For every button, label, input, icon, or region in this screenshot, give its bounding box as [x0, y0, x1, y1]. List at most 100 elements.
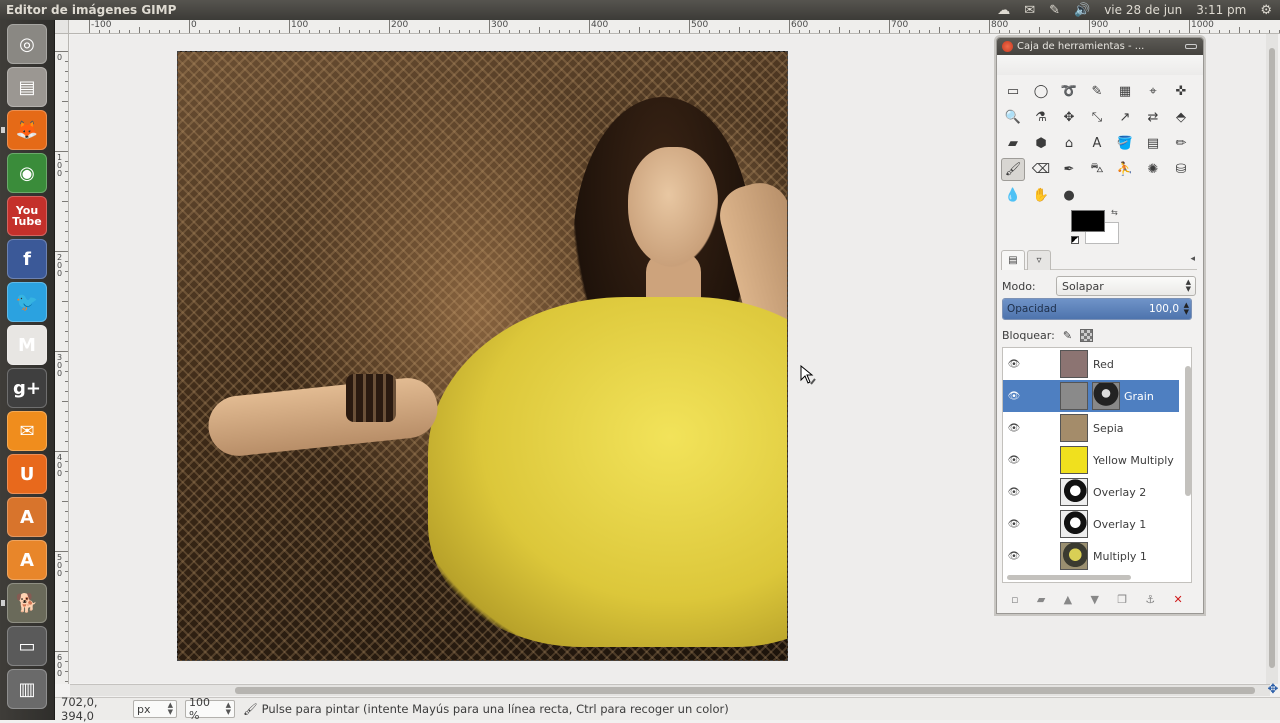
eye-icon[interactable]: 👁 [1003, 359, 1025, 370]
tool-button-12-icon[interactable]: ⇄ [1141, 106, 1165, 129]
wilber-drop-area[interactable] [997, 55, 1203, 75]
spin-arrows-icon[interactable]: ▲ ▼ [1184, 302, 1189, 316]
tool-button-3-icon[interactable]: ✎ [1085, 80, 1109, 103]
layer-name[interactable]: Red [1093, 358, 1114, 371]
clock-date[interactable]: vie 28 de jun [1104, 3, 1182, 17]
tool-button-6-icon[interactable]: ✜ [1169, 80, 1193, 103]
ruler-corner[interactable] [55, 20, 69, 34]
launcher-gmail-icon[interactable]: M [7, 325, 47, 365]
layer-row-yellow-multiply[interactable]: 👁 Yellow Multiply [1003, 444, 1191, 476]
opacity-slider[interactable]: Opacidad 100,0 ▲ ▼ [1002, 298, 1192, 320]
eye-icon[interactable]: 👁 [1003, 423, 1025, 434]
tool-button-26-icon[interactable]: ✺ [1141, 158, 1165, 181]
layer-row-red[interactable]: 👁 Red [1003, 348, 1191, 380]
layer-name[interactable]: Multiply 1 [1093, 550, 1147, 563]
eye-icon[interactable]: 👁 [1003, 455, 1025, 466]
tool-button-21-icon[interactable]: 🖌 [1001, 158, 1025, 181]
tool-button-18-icon[interactable]: 🪣 [1113, 132, 1137, 155]
layer-name[interactable]: Overlay 2 [1093, 486, 1146, 499]
unit-selector[interactable]: px ▲ ▼ [133, 700, 177, 718]
lock-alpha-icon[interactable] [1080, 328, 1094, 342]
tool-button-17-icon[interactable]: A [1085, 132, 1109, 155]
gear-icon[interactable]: ⚙ [1260, 3, 1272, 18]
layers-horizontal-scroll-thumb[interactable] [1007, 575, 1131, 580]
launcher-files-icon[interactable]: ▤ [7, 67, 47, 107]
layer-thumbnail[interactable] [1060, 510, 1088, 538]
layer-thumbnail[interactable] [1060, 382, 1088, 410]
layer-row-overlay-2[interactable]: 👁 Overlay 2 [1003, 476, 1191, 508]
tool-button-1-icon[interactable]: ◯ [1029, 80, 1053, 103]
tool-button-5-icon[interactable]: ⌖ [1141, 80, 1165, 103]
tool-button-14-icon[interactable]: ▰ [1001, 132, 1025, 155]
minimize-icon[interactable] [1185, 44, 1197, 49]
pen-icon[interactable]: ✎ [1049, 3, 1060, 18]
tab-layers[interactable]: ▤ [1001, 250, 1025, 270]
tool-button-30-icon[interactable]: ● [1057, 184, 1081, 207]
tool-button-11-icon[interactable]: ↗ [1113, 106, 1137, 129]
anchor-layer-icon[interactable]: ⚓ [1145, 593, 1155, 606]
tool-button-20-icon[interactable]: ✏ [1169, 132, 1193, 155]
tool-button-0-icon[interactable]: ▭ [1001, 80, 1025, 103]
launcher-facebook-icon[interactable]: f [7, 239, 47, 279]
ruler-vertical[interactable]: 0 100 200 300 400 500 600 [55, 34, 69, 684]
tab-menu-icon[interactable]: ◂ [1190, 254, 1195, 264]
eye-icon[interactable]: 👁 [1003, 519, 1025, 530]
launcher-twitter-icon[interactable]: 🐦 [7, 282, 47, 322]
tool-button-15-icon[interactable]: ⬢ [1029, 132, 1053, 155]
launcher-mail-icon[interactable]: ✉ [7, 411, 47, 451]
layer-row-overlay-1[interactable]: 👁 Overlay 1 [1003, 508, 1191, 540]
layer-row-multiply-1[interactable]: 👁 Multiply 1 [1003, 540, 1191, 572]
layer-thumbnail[interactable] [1060, 350, 1088, 378]
layer-thumbnail[interactable] [1060, 478, 1088, 506]
eye-icon[interactable]: 👁 [1003, 391, 1025, 402]
clock-time[interactable]: 3:11 pm [1196, 3, 1246, 17]
image-canvas[interactable] [177, 51, 788, 661]
layer-name[interactable]: Yellow Multiply [1093, 454, 1174, 467]
mode-dropdown[interactable]: Solapar ▲ ▼ [1056, 276, 1196, 296]
ruler-horizontal[interactable]: -100010020030040050060070080090010001100… [55, 20, 1280, 34]
tool-button-29-icon[interactable]: ✋ [1029, 184, 1053, 207]
tool-button-27-icon[interactable]: ⛁ [1169, 158, 1193, 181]
zoom-selector[interactable]: 100 % ▲ ▼ [185, 696, 235, 722]
foreground-color-swatch[interactable] [1071, 210, 1105, 232]
cloud-icon[interactable]: ☁ [997, 3, 1010, 18]
layer-row-sepia[interactable]: 👁 Sepia [1003, 412, 1191, 444]
tool-button-10-icon[interactable]: ⤡ [1085, 106, 1109, 129]
duplicate-layer-icon[interactable]: ❐ [1117, 593, 1127, 606]
layer-row-grain[interactable]: 👁 Grain [1003, 380, 1179, 412]
lower-layer-icon[interactable]: ▼ [1090, 593, 1098, 606]
volume-icon[interactable]: 🔊 [1074, 3, 1090, 18]
launcher-firefox-icon[interactable]: 🦊 [7, 110, 47, 150]
swap-colors-icon[interactable]: ⇆ [1111, 208, 1118, 217]
layer-name[interactable]: Sepia [1093, 422, 1124, 435]
launcher-youtube-icon[interactable]: You Tube [7, 196, 47, 236]
tool-button-19-icon[interactable]: ▤ [1141, 132, 1165, 155]
layer-name[interactable]: Grain [1124, 390, 1154, 403]
tool-button-4-icon[interactable]: ▦ [1113, 80, 1137, 103]
tool-button-22-icon[interactable]: ⌫ [1029, 158, 1053, 181]
horizontal-scroll-thumb[interactable] [235, 687, 1255, 694]
tool-button-2-icon[interactable]: ➰ [1057, 80, 1081, 103]
new-layer-icon[interactable]: ▫ [1011, 593, 1018, 606]
tool-button-24-icon[interactable]: ⛍ [1085, 158, 1109, 181]
tab-tool-options[interactable]: ▿ [1027, 250, 1051, 270]
delete-layer-icon[interactable]: ✕ [1174, 593, 1183, 606]
vertical-scroll-thumb[interactable] [1269, 48, 1275, 668]
vertical-scrollbar[interactable] [1266, 34, 1278, 684]
default-colors-icon[interactable] [1071, 236, 1079, 244]
layers-vertical-scroll-thumb[interactable] [1185, 366, 1191, 496]
layer-thumbnail[interactable] [1060, 542, 1088, 570]
tool-button-13-icon[interactable]: ⬘ [1169, 106, 1193, 129]
eye-icon[interactable]: 👁 [1003, 487, 1025, 498]
launcher-dash-icon[interactable]: ◎ [7, 24, 47, 64]
launcher-gimp-icon[interactable]: 🐕 [7, 583, 47, 623]
layer-thumbnail[interactable] [1060, 446, 1088, 474]
launcher-software-center-icon[interactable]: A [7, 497, 47, 537]
launcher-update-manager-icon[interactable]: A [7, 540, 47, 580]
launcher-ubuntu-one-icon[interactable]: U [7, 454, 47, 494]
dock-titlebar[interactable]: Caja de herramientas - ... [997, 38, 1203, 55]
navigate-icon[interactable]: ✥ [1266, 683, 1280, 697]
tool-button-16-icon[interactable]: ⌂ [1057, 132, 1081, 155]
lock-pixels-icon[interactable]: ✎ [1063, 329, 1072, 342]
tool-button-8-icon[interactable]: ⚗ [1029, 106, 1053, 129]
